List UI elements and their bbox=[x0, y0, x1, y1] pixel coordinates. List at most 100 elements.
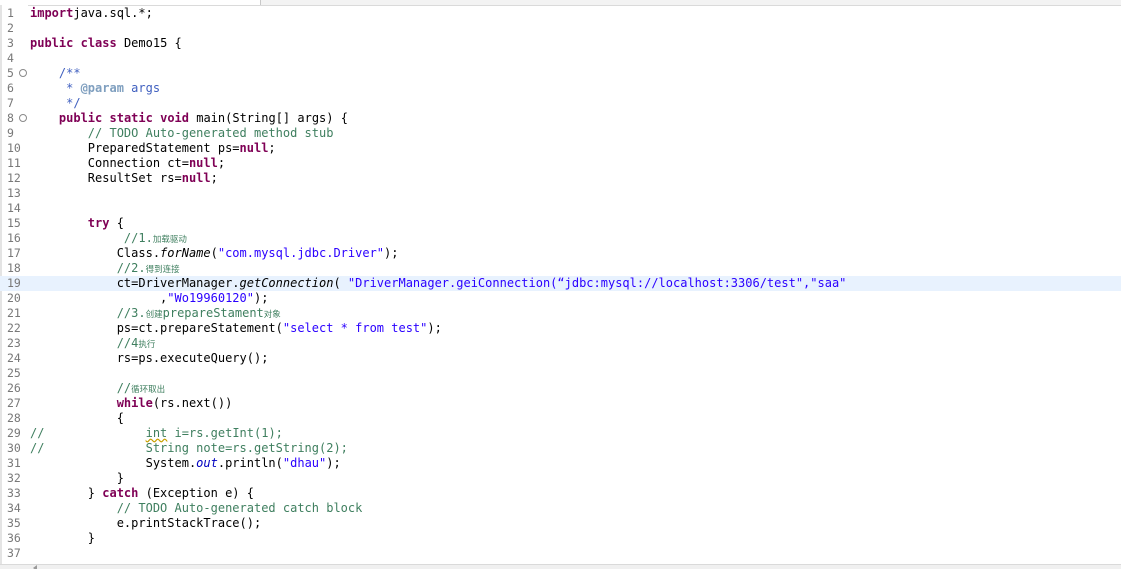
code-line[interactable]: 2 bbox=[0, 21, 1121, 36]
code-line[interactable]: 26 //循环取出 bbox=[0, 381, 1121, 396]
code-line[interactable]: 14 bbox=[0, 201, 1121, 216]
code-line[interactable]: 7 */ bbox=[0, 96, 1121, 111]
code-token: Demo15 { bbox=[116, 36, 182, 50]
editor-tab[interactable] bbox=[0, 0, 261, 5]
code-line[interactable]: 22 ps=ct.prepareStatement("select * from… bbox=[0, 321, 1121, 336]
code-line[interactable]: 13 bbox=[0, 186, 1121, 201]
line-number: 7 bbox=[7, 96, 14, 110]
horizontal-scrollbar[interactable] bbox=[0, 564, 1121, 569]
code-token: ResultSet rs= bbox=[30, 171, 182, 185]
code-token: (rs.next()) bbox=[152, 396, 233, 410]
code-line[interactable]: 8 public static void main(String[] args)… bbox=[0, 111, 1121, 126]
line-number: 31 bbox=[7, 456, 21, 470]
code-token: ps=ct.prepareStatement( bbox=[30, 321, 283, 335]
code-line[interactable]: 27 while(rs.next()) bbox=[0, 396, 1121, 411]
code-line[interactable]: 10 PreparedStatement ps=null; bbox=[0, 141, 1121, 156]
line-number: 9 bbox=[7, 126, 14, 140]
code-token: //1. bbox=[123, 231, 153, 245]
code-token: import bbox=[30, 6, 74, 20]
line-number: 13 bbox=[7, 186, 21, 200]
code-line[interactable]: 31 System.out.println("dhau"); bbox=[0, 456, 1121, 471]
code-text: */ bbox=[30, 96, 80, 111]
line-number: 18 bbox=[7, 261, 21, 275]
code-token: ; bbox=[268, 141, 276, 155]
code-line[interactable]: 19 ct=DriverManager.getConnection( "Driv… bbox=[0, 276, 1121, 291]
code-token: 执行 bbox=[138, 340, 156, 350]
line-number: 32 bbox=[7, 471, 21, 485]
line-number: 22 bbox=[7, 321, 21, 335]
code-line[interactable]: 23 //4执行 bbox=[0, 336, 1121, 351]
code-token: "Wo19960120" bbox=[167, 291, 254, 305]
code-line[interactable]: 35 e.printStackTrace(); bbox=[0, 516, 1121, 531]
code-token: // bbox=[30, 441, 45, 455]
code-token: 循环取出 bbox=[131, 385, 166, 395]
code-line[interactable]: 5 /** bbox=[0, 66, 1121, 81]
code-token: (Exception e) { bbox=[138, 486, 254, 500]
code-line[interactable]: 30 // String note=rs.getString(2); bbox=[0, 441, 1121, 456]
code-text: rs=ps.executeQuery(); bbox=[30, 351, 269, 366]
code-line[interactable]: 15 try { bbox=[0, 216, 1121, 231]
code-line[interactable]: 1 importjava.sql.*; bbox=[0, 6, 1121, 21]
code-line[interactable]: 37 bbox=[0, 546, 1121, 561]
code-line[interactable]: 12 ResultSet rs=null; bbox=[0, 171, 1121, 186]
line-number: 3 bbox=[7, 36, 14, 50]
code-token: null bbox=[239, 141, 269, 155]
code-line[interactable]: 6 * @param args bbox=[0, 81, 1121, 96]
code-token: ); bbox=[384, 246, 399, 260]
code-text: // TODO Auto-generated method stub bbox=[30, 126, 334, 141]
code-line[interactable]: 16 //1.加载驱动 bbox=[0, 231, 1121, 246]
code-line[interactable]: 4 bbox=[0, 51, 1121, 66]
code-text: } bbox=[30, 531, 95, 546]
line-number: 29 bbox=[7, 426, 21, 440]
code-token: "DriverManager.geiConnection(“jdbc:mysql… bbox=[347, 276, 847, 290]
code-text: ps=ct.prepareStatement("select * from te… bbox=[30, 321, 442, 336]
code-line[interactable]: 20 ,"Wo19960120"); bbox=[0, 291, 1121, 306]
code-token: 对象 bbox=[263, 310, 281, 320]
code-text: e.printStackTrace(); bbox=[30, 516, 262, 531]
code-text: ct=DriverManager.getConnection( "DriverM… bbox=[30, 276, 847, 291]
code-line[interactable]: 25 bbox=[0, 366, 1121, 381]
code-token: getConnection bbox=[239, 276, 334, 290]
code-line[interactable]: 3 public class Demo15 { bbox=[0, 36, 1121, 51]
code-line[interactable]: 33 } catch (Exception e) { bbox=[0, 486, 1121, 501]
code-token: ( bbox=[210, 246, 218, 260]
line-number: 23 bbox=[7, 336, 21, 350]
code-line[interactable]: 28 { bbox=[0, 411, 1121, 426]
line-number: 17 bbox=[7, 246, 21, 260]
code-token: } bbox=[30, 471, 124, 485]
code-line[interactable]: 21 //3.创建prepareStament对象 bbox=[0, 306, 1121, 321]
fold-toggle-icon[interactable] bbox=[19, 114, 27, 122]
code-token: * bbox=[66, 81, 81, 95]
code-token: forName bbox=[160, 246, 211, 260]
code-text: ,"Wo19960120"); bbox=[30, 291, 268, 306]
code-line[interactable]: 24 rs=ps.executeQuery(); bbox=[0, 351, 1121, 366]
line-number: 4 bbox=[7, 51, 14, 65]
code-editor[interactable]: 1 importjava.sql.*; 2 3 public class Demo15 … bbox=[0, 0, 1121, 569]
scroll-left-icon[interactable] bbox=[33, 565, 37, 569]
code-token: // TODO Auto-generated catch block bbox=[116, 501, 363, 515]
code-line[interactable]: 32 } bbox=[0, 471, 1121, 486]
code-line[interactable]: 34 // TODO Auto-generated catch block bbox=[0, 501, 1121, 516]
code-line[interactable]: 11 Connection ct=null; bbox=[0, 156, 1121, 171]
code-text: } bbox=[30, 471, 124, 486]
code-line[interactable]: 9 // TODO Auto-generated method stub bbox=[0, 126, 1121, 141]
code-token: catch bbox=[102, 486, 139, 500]
code-token: { bbox=[30, 411, 124, 425]
code-token: public bbox=[58, 111, 103, 125]
code-line[interactable]: 29 // int i=rs.getInt(1); bbox=[0, 426, 1121, 441]
code-token: i=rs.getInt(1); bbox=[167, 426, 283, 440]
code-line[interactable]: 36 } bbox=[0, 531, 1121, 546]
code-line[interactable]: 18 //2.得到连接 bbox=[0, 261, 1121, 276]
code-token: .println( bbox=[217, 456, 283, 470]
fold-toggle-icon[interactable] bbox=[19, 69, 27, 77]
code-line[interactable]: 17 Class.forName("com.mysql.jdbc.Driver"… bbox=[0, 246, 1121, 261]
code-token: e.printStackTrace(); bbox=[30, 516, 262, 530]
code-token: ); bbox=[253, 291, 269, 305]
